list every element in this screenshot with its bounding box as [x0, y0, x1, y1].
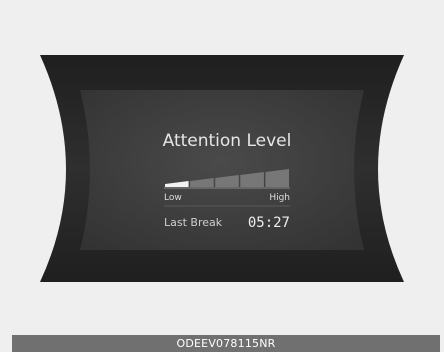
gauge-segment-5: [265, 169, 289, 187]
last-break-label: Last Break: [164, 216, 223, 229]
attention-level-title: Attention Level: [163, 131, 292, 151]
image-code-caption: ODEEV078115NR: [12, 335, 440, 352]
cluster-display: Attention Level Low High Last Break 05:2…: [40, 55, 404, 282]
gauge-low-label: Low: [164, 193, 182, 203]
last-break-value: 05:27: [248, 215, 290, 231]
gauge-high-label: High: [269, 193, 290, 203]
